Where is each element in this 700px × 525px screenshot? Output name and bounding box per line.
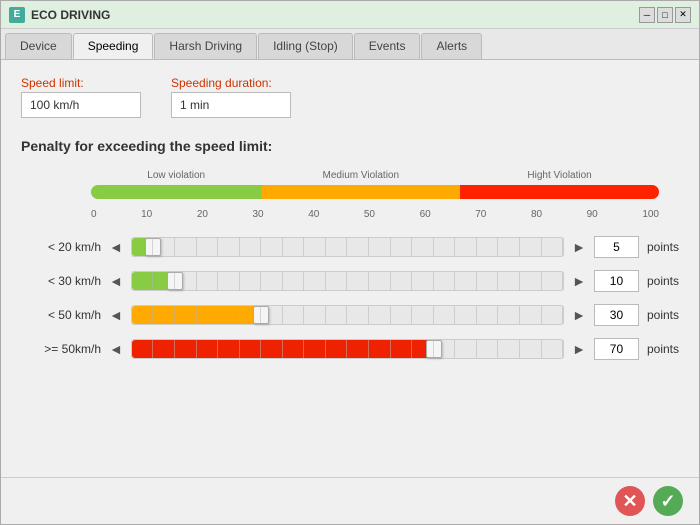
window-title: ECO DRIVING — [31, 8, 110, 22]
scale-90: 90 — [587, 209, 598, 220]
slider-label-3: >= 50km/h — [21, 342, 101, 356]
slider-track-2[interactable] — [131, 305, 564, 325]
slider-right-arrow-1[interactable]: ► — [572, 273, 586, 289]
slider-row-2: < 50 km/h ◄ ► points — [21, 304, 679, 326]
slider-right-arrow-0[interactable]: ► — [572, 239, 586, 255]
scale-0: 0 — [91, 209, 97, 220]
slider-right-arrow-2[interactable]: ► — [572, 307, 586, 323]
minimize-button[interactable]: ─ — [639, 7, 655, 23]
tab-device[interactable]: Device — [5, 33, 72, 59]
scale-10: 10 — [141, 209, 152, 220]
scale-50: 50 — [364, 209, 375, 220]
slider-row-1: < 30 km/h ◄ ► points — [21, 270, 679, 292]
scale-20: 20 — [197, 209, 208, 220]
sliders-container: < 20 km/h ◄ ► points < 30 km/h ◄ — [21, 236, 679, 360]
scale-40: 40 — [308, 209, 319, 220]
slider-label-1: < 30 km/h — [21, 274, 101, 288]
points-label-2: points — [647, 308, 679, 322]
tab-idling[interactable]: Idling (Stop) — [258, 33, 353, 59]
speeding-duration-label: Speeding duration: — [171, 76, 291, 90]
tab-events[interactable]: Events — [354, 33, 421, 59]
slider-label-2: < 50 km/h — [21, 308, 101, 322]
points-label-1: points — [647, 274, 679, 288]
footer: ✕ ✓ — [1, 477, 699, 524]
content-area: Speed limit: Speeding duration: Penalty … — [1, 60, 699, 477]
tab-harsh-driving[interactable]: Harsh Driving — [154, 33, 257, 59]
points-input-0[interactable] — [594, 236, 639, 258]
points-label-3: points — [647, 342, 679, 356]
slider-thumb-1[interactable] — [167, 272, 183, 290]
slider-row-0: < 20 km/h ◄ ► points — [21, 236, 679, 258]
slider-left-arrow-3[interactable]: ◄ — [109, 341, 123, 357]
tab-speeding[interactable]: Speeding — [73, 33, 154, 59]
tab-bar: Device Speeding Harsh Driving Idling (St… — [1, 29, 699, 60]
slider-track-3[interactable] — [131, 339, 564, 359]
speed-limit-label: Speed limit: — [21, 76, 141, 90]
title-bar-left: E ECO DRIVING — [9, 7, 110, 23]
cancel-button[interactable]: ✕ — [615, 486, 645, 516]
slider-left-arrow-2[interactable]: ◄ — [109, 307, 123, 323]
slider-left-arrow-0[interactable]: ◄ — [109, 239, 123, 255]
slider-left-arrow-1[interactable]: ◄ — [109, 273, 123, 289]
title-bar: E ECO DRIVING ─ □ ✕ — [1, 1, 699, 29]
speeding-duration-group: Speeding duration: — [171, 76, 291, 118]
chart-area: Low violation Medium Violation Hight Vio… — [21, 170, 679, 220]
scale-row: 0 10 20 30 40 50 60 70 80 90 100 — [91, 209, 659, 220]
slider-row-3: >= 50km/h ◄ ► points — [21, 338, 679, 360]
scale-30: 30 — [253, 209, 264, 220]
close-button[interactable]: ✕ — [675, 7, 691, 23]
high-violation-label: Hight Violation — [460, 170, 659, 181]
window-controls: ─ □ ✕ — [639, 7, 691, 23]
scale-60: 60 — [420, 209, 431, 220]
form-row: Speed limit: Speeding duration: — [21, 76, 679, 118]
slider-track-0[interactable] — [131, 237, 564, 257]
medium-violation-label: Medium Violation — [261, 170, 460, 181]
low-violation-label: Low violation — [91, 170, 261, 181]
points-input-2[interactable] — [594, 304, 639, 326]
gradient-bar-container — [91, 185, 659, 205]
slider-label-0: < 20 km/h — [21, 240, 101, 254]
tab-alerts[interactable]: Alerts — [421, 33, 482, 59]
ok-button[interactable]: ✓ — [653, 486, 683, 516]
points-label-0: points — [647, 240, 679, 254]
speed-limit-input[interactable] — [21, 92, 141, 118]
gradient-bar — [91, 185, 659, 199]
app-icon: E — [9, 7, 25, 23]
maximize-button[interactable]: □ — [657, 7, 673, 23]
points-input-1[interactable] — [594, 270, 639, 292]
slider-track-1[interactable] — [131, 271, 564, 291]
speed-limit-group: Speed limit: — [21, 76, 141, 118]
slider-thumb-0[interactable] — [145, 238, 161, 256]
scale-80: 80 — [531, 209, 542, 220]
section-title: Penalty for exceeding the speed limit: — [21, 138, 679, 154]
points-input-3[interactable] — [594, 338, 639, 360]
violation-labels: Low violation Medium Violation Hight Vio… — [91, 170, 659, 181]
scale-70: 70 — [475, 209, 486, 220]
main-window: E ECO DRIVING ─ □ ✕ Device Speeding Hars… — [0, 0, 700, 525]
speeding-duration-input[interactable] — [171, 92, 291, 118]
scale-100: 100 — [642, 209, 659, 220]
slider-thumb-3[interactable] — [426, 340, 442, 358]
slider-right-arrow-3[interactable]: ► — [572, 341, 586, 357]
slider-thumb-2[interactable] — [253, 306, 269, 324]
